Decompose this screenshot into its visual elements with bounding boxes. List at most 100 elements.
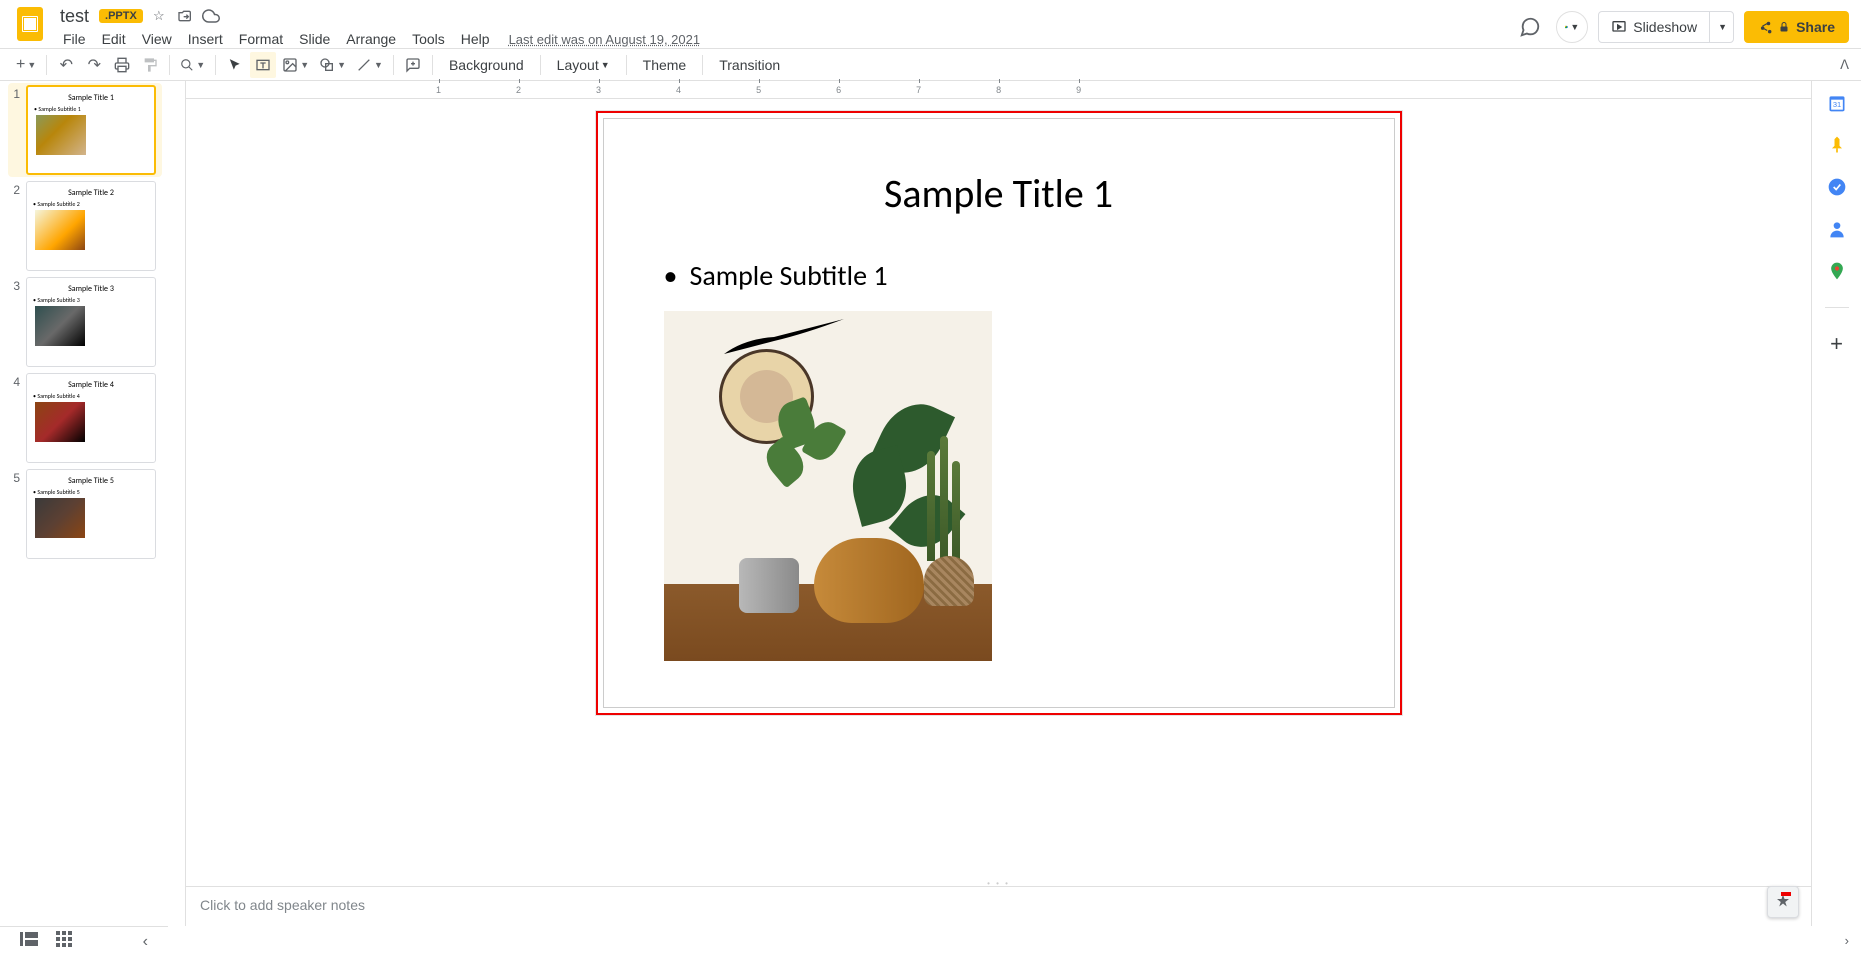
thumb-subtitle: • Sample Subtitle 5: [33, 488, 149, 496]
ruler-tick: 2: [516, 85, 521, 95]
calendar-icon[interactable]: 31: [1827, 93, 1847, 113]
thumb-num: 4: [10, 373, 20, 463]
spotted-plant: [759, 391, 859, 511]
grid-view-icon[interactable]: [56, 931, 72, 952]
menu-tools[interactable]: Tools: [405, 28, 452, 50]
layout-button[interactable]: Layout▼: [547, 52, 620, 78]
share-label: Share: [1796, 19, 1835, 35]
brown-pot: [814, 538, 924, 623]
last-edit-link[interactable]: Last edit was on August 19, 2021: [509, 32, 701, 47]
thumbnail-4[interactable]: Sample Title 4 • Sample Subtitle 4: [26, 373, 156, 463]
thumbnail-2[interactable]: Sample Title 2 • Sample Subtitle 2: [26, 181, 156, 271]
canvas-area: 1 2 3 4 5 6 7 8 9 Sample Title 1 Sample …: [186, 81, 1811, 926]
collapse-toolbar-icon[interactable]: ᐱ: [1840, 57, 1849, 73]
menu-bar: File Edit View Insert Format Slide Arran…: [56, 28, 1514, 50]
explore-button[interactable]: [1767, 886, 1799, 918]
filmstrip-view-icon[interactable]: [20, 932, 38, 951]
ruler-tick: 5: [756, 85, 761, 95]
ruler-tick: 9: [1076, 85, 1081, 95]
chevron-down-icon: ▼: [1718, 22, 1727, 32]
thumb-5-wrap: 5 Sample Title 5 • Sample Subtitle 5: [10, 469, 160, 559]
menu-arrange[interactable]: Arrange: [339, 28, 403, 50]
thumbnail-1[interactable]: Sample Title 1 • Sample Subtitle 1: [26, 85, 156, 175]
bottom-bar: ‹: [0, 926, 168, 956]
transition-button[interactable]: Transition: [709, 52, 790, 78]
separator: [432, 55, 433, 75]
keep-icon[interactable]: [1827, 135, 1847, 155]
slides-logo[interactable]: [12, 6, 48, 42]
thumb-title: Sample Title 1: [34, 93, 148, 103]
comment-tool[interactable]: [400, 52, 426, 78]
filmstrip: 1 Sample Title 1 • Sample Subtitle 1 2 S…: [0, 81, 168, 926]
slide-title[interactable]: Sample Title 1: [604, 169, 1394, 218]
menu-format[interactable]: Format: [232, 28, 290, 50]
image-tool[interactable]: ▼: [278, 52, 313, 78]
separator: [393, 55, 394, 75]
slideshow-button[interactable]: Slideshow: [1599, 12, 1709, 42]
menu-help[interactable]: Help: [454, 28, 497, 50]
star-icon[interactable]: ☆: [149, 6, 169, 26]
zoom-button[interactable]: ▼: [176, 52, 209, 78]
separator: [169, 55, 170, 75]
doc-title[interactable]: test: [56, 5, 93, 28]
paint-format-button[interactable]: [137, 52, 163, 78]
move-icon[interactable]: [175, 6, 195, 26]
ruler-tick: 7: [916, 85, 921, 95]
thumb-1-wrap: 1 Sample Title 1 • Sample Subtitle 1: [8, 83, 162, 177]
line-tool[interactable]: ▼: [352, 52, 387, 78]
thumb-image: [35, 402, 85, 442]
undo-button[interactable]: ↶: [53, 52, 79, 78]
tasks-icon[interactable]: [1827, 177, 1847, 197]
thumb-subtitle: • Sample Subtitle 4: [33, 392, 149, 400]
thumb-num: 3: [10, 277, 20, 367]
ruler-tick: 6: [836, 85, 841, 95]
comments-icon[interactable]: [1514, 11, 1546, 43]
menu-edit[interactable]: Edit: [95, 28, 133, 50]
new-slide-button[interactable]: +▼: [12, 52, 40, 78]
theme-button[interactable]: Theme: [633, 52, 697, 78]
svg-text:31: 31: [1832, 100, 1840, 109]
menu-insert[interactable]: Insert: [181, 28, 230, 50]
title-row: test .PPTX ☆: [56, 6, 1514, 26]
slide-image[interactable]: [664, 311, 992, 661]
slideshow-dropdown[interactable]: ▼: [1709, 12, 1733, 42]
horizontal-ruler: 1 2 3 4 5 6 7 8 9: [186, 81, 1811, 99]
basket-pot: [924, 556, 974, 606]
slide-canvas[interactable]: Sample Title 1 Sample Subtitle 1: [596, 111, 1402, 715]
vertical-ruler: [168, 81, 186, 926]
share-button[interactable]: Share: [1744, 11, 1849, 43]
meet-button[interactable]: ▼: [1556, 11, 1588, 43]
redo-button[interactable]: ↷: [81, 52, 107, 78]
thumb-4-wrap: 4 Sample Title 4 • Sample Subtitle 4: [10, 373, 160, 463]
maps-icon[interactable]: [1827, 261, 1847, 281]
select-tool[interactable]: [222, 52, 248, 78]
speaker-notes[interactable]: Click to add speaker notes: [186, 886, 1811, 926]
add-addon-icon[interactable]: +: [1827, 334, 1847, 354]
menu-slide[interactable]: Slide: [292, 28, 337, 50]
layout-label: Layout: [557, 57, 599, 73]
background-button[interactable]: Background: [439, 52, 534, 78]
textbox-tool[interactable]: [250, 52, 276, 78]
slide-subtitle[interactable]: Sample Subtitle 1: [664, 258, 1334, 293]
main: 1 Sample Title 1 • Sample Subtitle 1 2 S…: [0, 81, 1861, 926]
contacts-icon[interactable]: [1827, 219, 1847, 239]
separator: [626, 55, 627, 75]
hide-side-panel-icon[interactable]: ›: [1845, 933, 1849, 948]
thumb-subtitle: • Sample Subtitle 3: [33, 296, 149, 304]
thumb-image: [35, 210, 85, 250]
print-button[interactable]: [109, 52, 135, 78]
separator: [540, 55, 541, 75]
thumbnail-5[interactable]: Sample Title 5 • Sample Subtitle 5: [26, 469, 156, 559]
menu-file[interactable]: File: [56, 28, 93, 50]
thumbnail-3[interactable]: Sample Title 3 • Sample Subtitle 3: [26, 277, 156, 367]
thumb-title: Sample Title 3: [33, 284, 149, 294]
shape-tool[interactable]: ▼: [315, 52, 350, 78]
thumb-2-wrap: 2 Sample Title 2 • Sample Subtitle 2: [10, 181, 160, 271]
thumb-image: [35, 498, 85, 538]
collapse-filmstrip-icon[interactable]: ‹: [143, 933, 148, 951]
separator: [702, 55, 703, 75]
header-right: ▼ Slideshow ▼ Share: [1514, 11, 1849, 43]
canvas-scroll[interactable]: Sample Title 1 Sample Subtitle 1: [186, 99, 1811, 880]
menu-view[interactable]: View: [135, 28, 179, 50]
cloud-status-icon[interactable]: [201, 6, 221, 26]
